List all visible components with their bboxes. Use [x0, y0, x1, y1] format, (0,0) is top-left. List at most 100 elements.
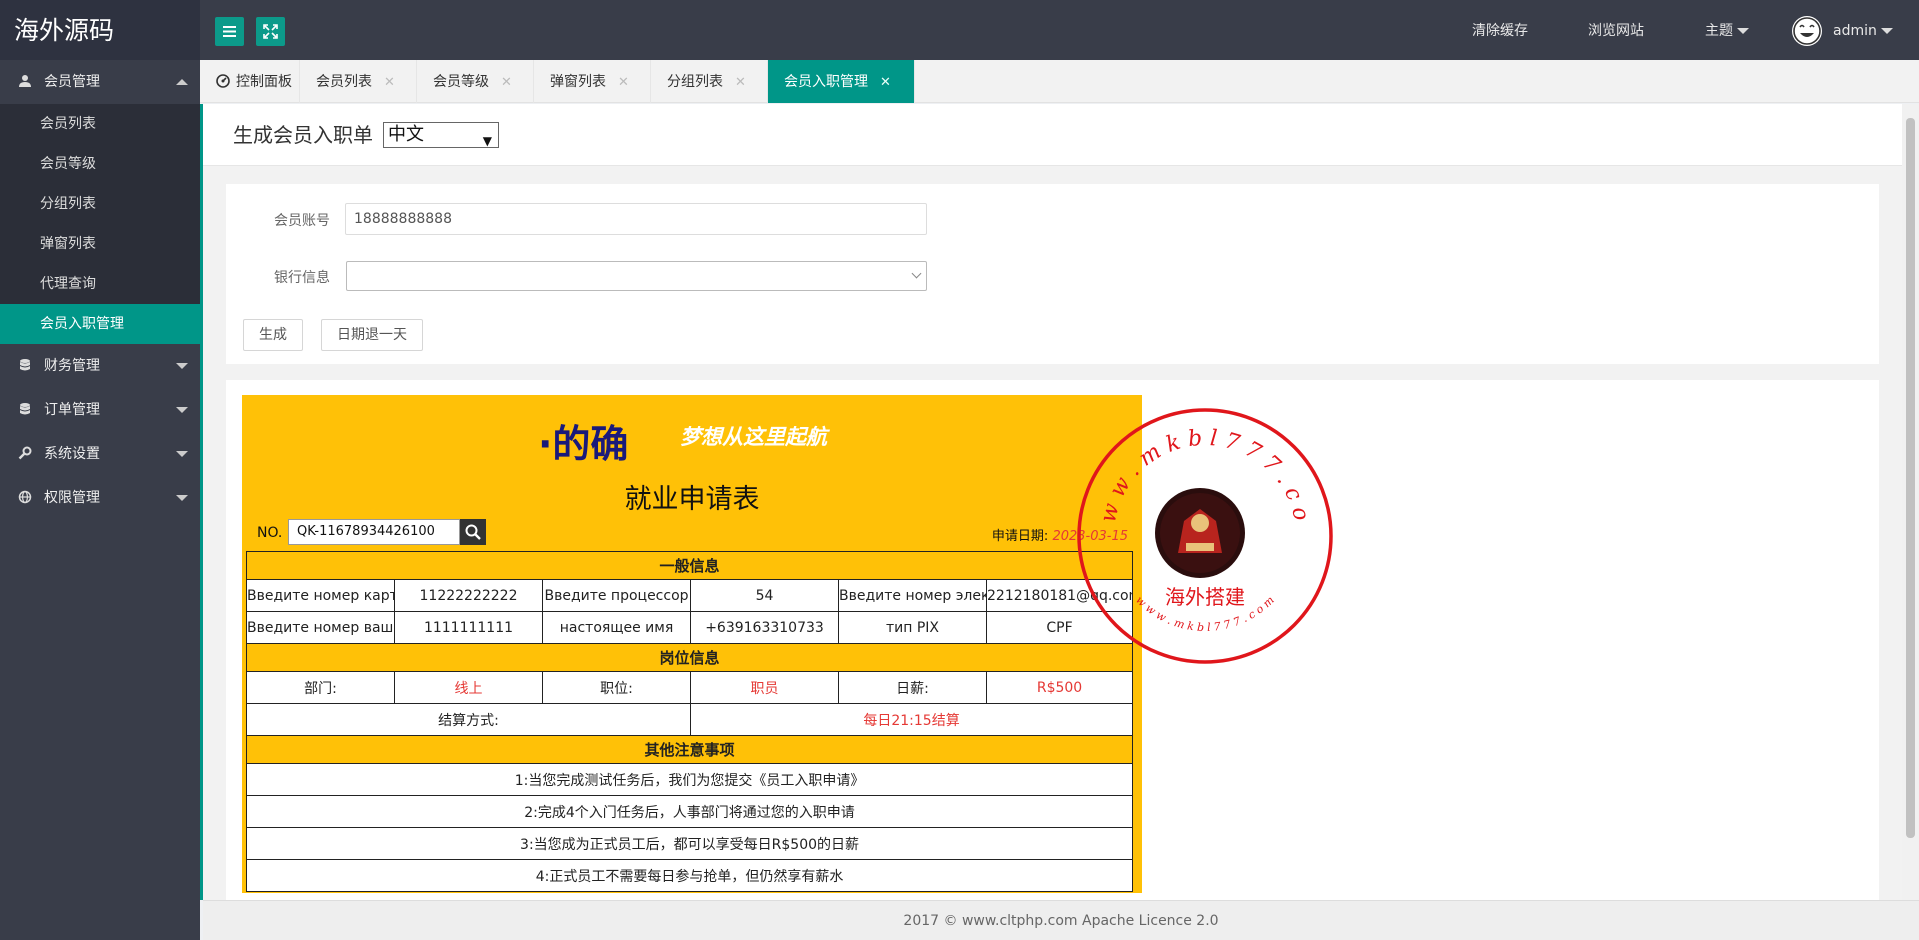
footer-year: 2017 © — [903, 913, 958, 929]
application-sheet: ·的确 梦想从这里起航 就业申请表 NO. QK-11678934426100 … — [242, 395, 1142, 893]
database-icon — [20, 403, 30, 415]
sidebar-item-member-list[interactable]: 会员列表 — [0, 104, 200, 144]
language-select[interactable]: 中文 ▼ — [383, 122, 499, 148]
chevron-down-icon — [176, 495, 188, 501]
sidebar-group-label: 系统设置 — [44, 446, 100, 462]
table-row: Введите номер вашего 1111111111 настояще… — [246, 611, 1134, 644]
footer: 2017 © www.cltphp.com Apache Licence 2.0 — [203, 900, 1919, 940]
dashboard-icon — [216, 74, 230, 88]
table-cell: 54 — [690, 579, 839, 612]
tab-onboarding[interactable]: 会员入职管理 ✕ — [768, 60, 915, 103]
table-cell: Введите процессор — [542, 579, 691, 612]
sheet-slogan: 梦想从这里起航 — [680, 425, 827, 449]
apply-date-label: 申请日期: — [991, 529, 1049, 544]
sidebar-item-onboarding[interactable]: 会员入职管理 — [0, 304, 200, 344]
sidebar-group-permissions[interactable]: 权限管理 — [0, 476, 200, 520]
fullscreen-button[interactable] — [256, 17, 285, 46]
stamp-center-text: 海外搭建 — [1165, 585, 1245, 609]
table-cell: Введите номер вашего — [246, 611, 395, 644]
brand-logo[interactable]: 海外源码 — [0, 0, 200, 60]
table-row: Введите номер карточ 11222222222 Введите… — [246, 579, 1134, 612]
chevron-down-icon — [176, 407, 188, 413]
table-cell: 1111111111 — [394, 611, 543, 644]
tab-member-list[interactable]: 会员列表 ✕ — [300, 60, 417, 103]
table-row: 1:当您完成测试任务后，我们为您提交《员工入职申请》 — [245, 763, 1134, 796]
user-name: admin — [1833, 23, 1877, 39]
date-back-button[interactable]: 日期退一天 — [321, 319, 423, 351]
account-label: 会员账号 — [274, 213, 330, 229]
settle-label: 结算方式: — [246, 703, 691, 736]
onboarding-form-card: 会员账号 18888888888 银行信息 生成 日期退一天 — [226, 184, 1879, 364]
table-cell: 部门: — [246, 671, 395, 704]
tab-label: 会员等级 — [433, 74, 489, 90]
sheet-brand: ·的确 — [538, 422, 629, 466]
wrench-icon — [18, 446, 32, 460]
no-label: NO. — [257, 525, 283, 541]
tab-label: 分组列表 — [667, 74, 723, 90]
avatar[interactable] — [1792, 16, 1822, 46]
tab-label: 会员入职管理 — [784, 74, 868, 90]
sidebar-group-finance[interactable]: 财务管理 — [0, 344, 200, 388]
table-row: 2:完成4个入门任务后，人事部门将通过您的入职申请 — [245, 795, 1134, 828]
clear-cache-link[interactable]: 清除缓存 — [1472, 0, 1528, 60]
close-icon[interactable]: ✕ — [618, 75, 629, 90]
theme-menu[interactable]: 主题 — [1705, 0, 1749, 60]
sidebar-item-agent-query[interactable]: 代理查询 — [0, 264, 200, 304]
table-row: 部门: 线上 职位: 职员 日薪: R$500 — [246, 671, 1134, 704]
tab-member-level[interactable]: 会员等级 ✕ — [417, 60, 534, 103]
sidebar-group-settings[interactable]: 系统设置 — [0, 432, 200, 476]
language-value: 中文 — [388, 124, 424, 145]
top-header: 海外源码 清除缓存 浏览网站 主题 admin — [0, 0, 1919, 60]
sidebar-item-group-list[interactable]: 分组列表 — [0, 184, 200, 224]
footer-license: Apache Licence 2.0 — [1082, 913, 1219, 929]
search-icon — [465, 524, 481, 540]
table-cell: 11222222222 — [394, 579, 543, 612]
toggle-sidebar-button[interactable] — [215, 17, 244, 46]
table-cell: 日薪: — [838, 671, 987, 704]
section-job-info: 岗位信息 — [245, 643, 1134, 672]
sidebar-item-member-level[interactable]: 会员等级 — [0, 144, 200, 184]
chevron-down-icon — [1880, 28, 1893, 34]
bank-select[interactable] — [346, 261, 927, 291]
page-header: 生成会员入职单 中文 ▼ — [203, 104, 1905, 166]
sidebar-group-member[interactable]: 会员管理 — [0, 60, 200, 104]
close-icon[interactable]: ✕ — [880, 75, 891, 90]
tab-popup-list[interactable]: 弹窗列表 ✕ — [534, 60, 651, 103]
generate-button[interactable]: 生成 — [243, 319, 303, 351]
sidebar: 会员管理 会员列表 会员等级 分组列表 弹窗列表 代理查询 会员入职管理 财务管… — [0, 60, 200, 940]
page-title: 生成会员入职单 — [233, 123, 373, 147]
tab-dashboard[interactable]: 控制面板 — [200, 60, 300, 103]
chevron-down-icon — [1737, 28, 1749, 34]
settle-value: 每日21:15结算 — [689, 703, 1134, 736]
close-icon[interactable]: ✕ — [735, 75, 746, 90]
menu-icon — [223, 26, 236, 37]
close-icon[interactable]: ✕ — [384, 75, 395, 90]
tab-group-list[interactable]: 分组列表 ✕ — [651, 60, 768, 103]
sheet-title: 就业申请表 — [624, 484, 760, 515]
content-scrollbar[interactable] — [1902, 104, 1919, 900]
user-icon — [19, 75, 31, 87]
sheet-number-search-button[interactable] — [460, 519, 486, 545]
table-cell: R$500 — [985, 671, 1134, 704]
footer-site-link[interactable]: www.cltphp.com — [962, 913, 1078, 929]
chevron-down-icon — [176, 363, 188, 369]
user-menu[interactable]: admin — [1833, 0, 1893, 60]
table-cell: +639163310733 — [690, 611, 839, 644]
database-icon — [20, 359, 30, 371]
expand-icon — [263, 24, 278, 39]
sidebar-group-orders[interactable]: 订单管理 — [0, 388, 200, 432]
chevron-down-icon — [176, 451, 188, 457]
scrollbar-thumb[interactable] — [1906, 118, 1915, 838]
browse-site-link[interactable]: 浏览网站 — [1588, 0, 1644, 60]
sidebar-item-popup-list[interactable]: 弹窗列表 — [0, 224, 200, 264]
note-item: 1:当您完成测试任务后，我们为您提交《员工入职申请》 — [245, 763, 1134, 796]
sidebar-group-label: 财务管理 — [44, 358, 100, 374]
table-cell: 线上 — [394, 671, 543, 704]
account-input[interactable]: 18888888888 — [345, 203, 927, 235]
chevron-down-icon — [911, 268, 922, 279]
chevron-down-icon: ▼ — [482, 134, 492, 148]
close-icon[interactable]: ✕ — [501, 75, 512, 90]
table-cell: тип PIX — [838, 611, 987, 644]
sheet-number-field[interactable]: QK-11678934426100 — [288, 519, 460, 545]
smiley-avatar-icon — [1793, 17, 1821, 45]
